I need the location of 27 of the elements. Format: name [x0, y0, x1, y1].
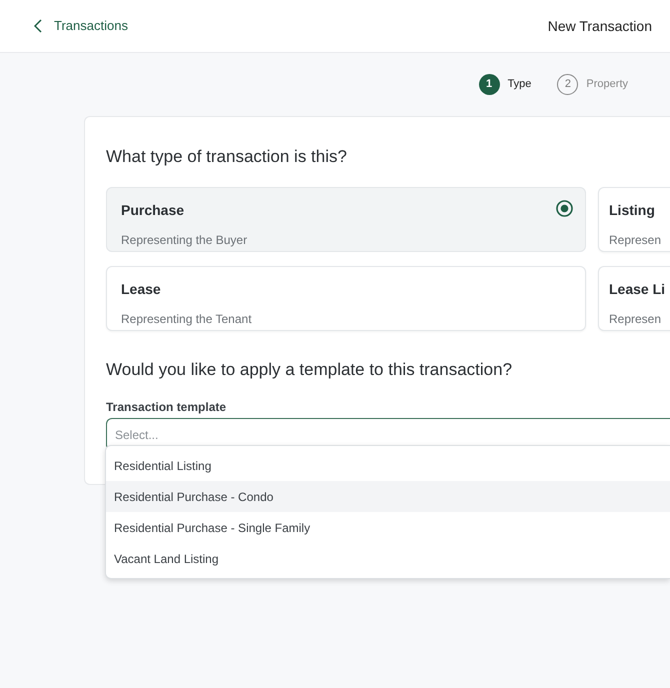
step-label: Property: [586, 77, 628, 92]
section-heading: What type of transaction is this?: [106, 146, 347, 168]
step-number: 1: [478, 74, 500, 95]
transaction-type-option[interactable]: Purchase Representing the Buyer: [106, 186, 586, 252]
transaction-type-option[interactable]: Listing Represen: [598, 186, 670, 252]
dropdown-option[interactable]: Vacant Land Listing: [106, 543, 670, 574]
option-description: Representing the Buyer: [121, 232, 248, 248]
dropdown-option[interactable]: Residential Purchase - Condo: [106, 481, 670, 512]
field-label: Transaction template: [106, 399, 226, 416]
option-description: Represen: [609, 310, 662, 328]
back-link[interactable]: Transactions: [34, 16, 128, 36]
option-title: Lease: [121, 280, 161, 298]
transaction-type-option[interactable]: Lease Li Represen: [598, 266, 670, 330]
step-number: 2: [557, 74, 578, 95]
transaction-type-option[interactable]: Lease Representing the Tenant: [106, 266, 586, 330]
dropdown-option[interactable]: Residential Listing: [106, 450, 670, 481]
option-title: Lease Li: [609, 280, 666, 298]
option-title: Listing: [609, 200, 655, 220]
option-description: Representing the Tenant: [121, 310, 252, 328]
section-heading: Would you like to apply a template to this transaction?: [106, 358, 512, 380]
option-title: Purchase: [121, 200, 184, 220]
option-description: Represen: [609, 232, 662, 248]
radio-selected-icon: [556, 200, 573, 216]
dropdown-option[interactable]: Residential Purchase - Single Family: [106, 512, 670, 543]
page-title: New Transaction: [548, 16, 652, 36]
chevron-left-icon: [34, 19, 42, 33]
step-label: Type: [508, 77, 532, 92]
